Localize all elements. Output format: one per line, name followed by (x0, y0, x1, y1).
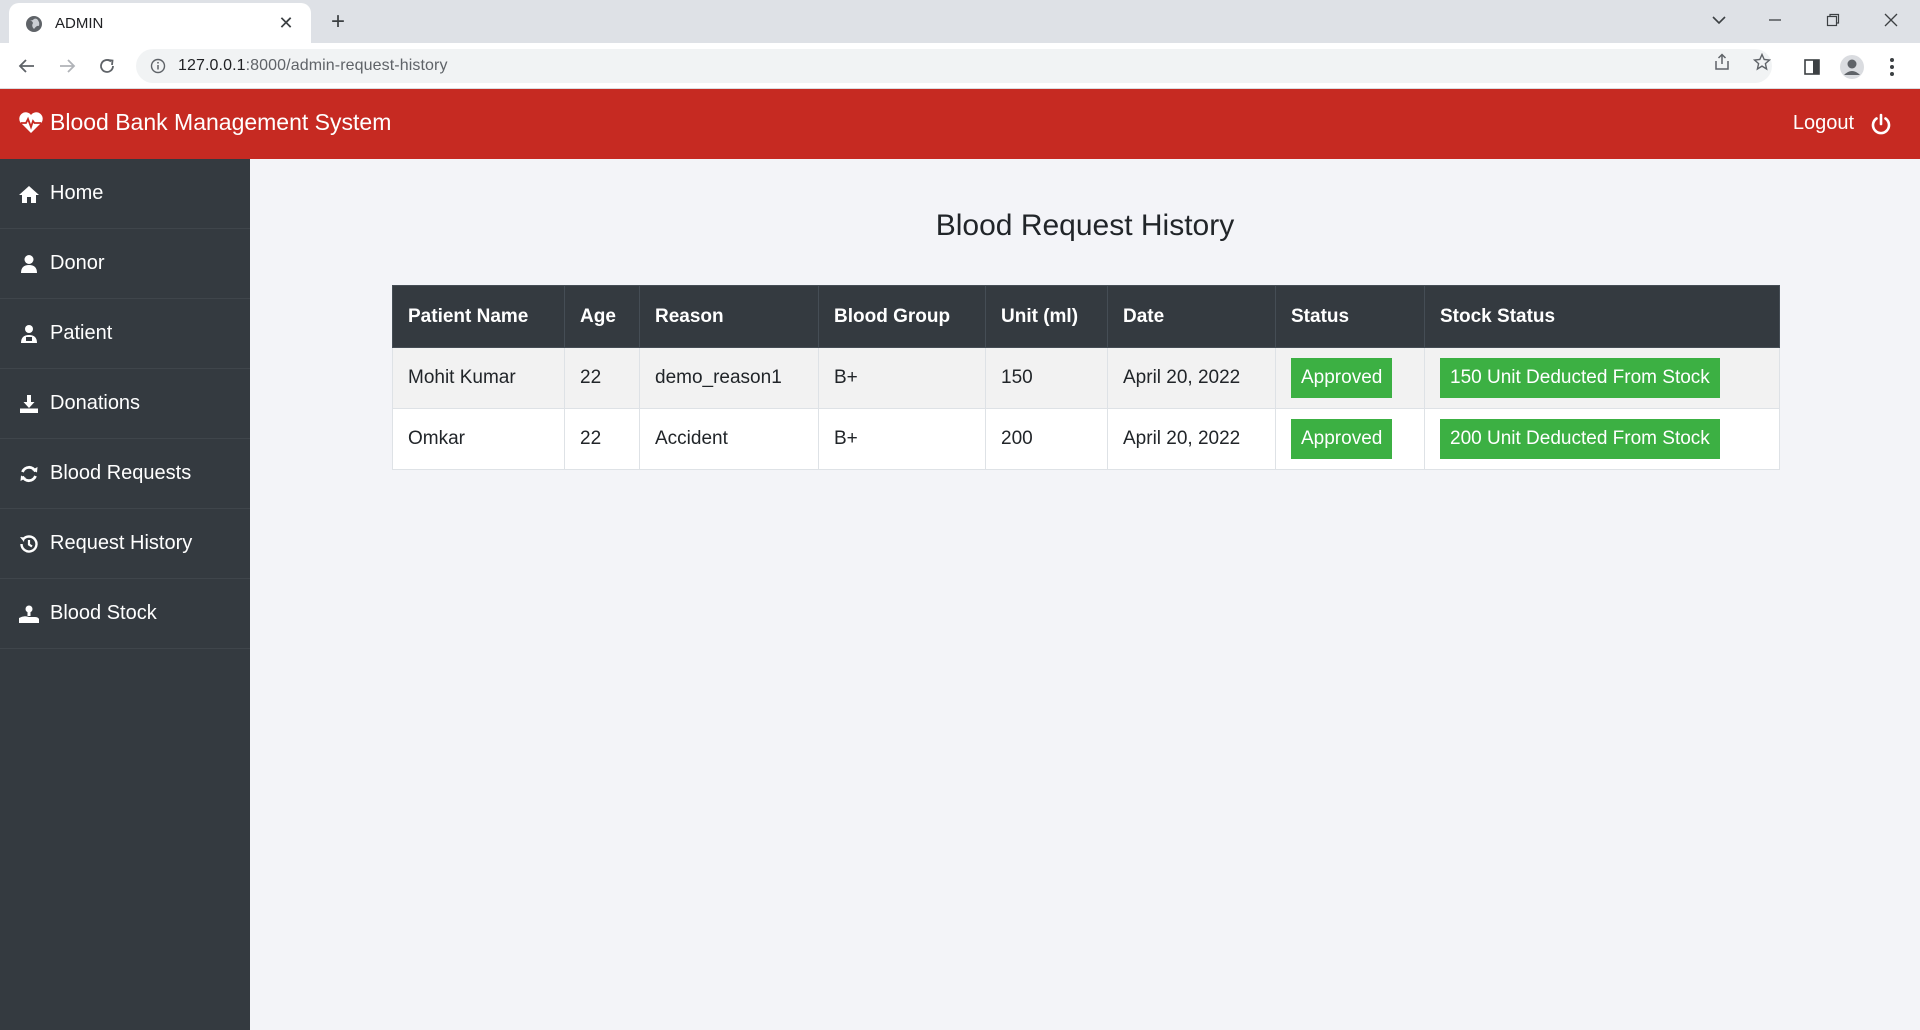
new-tab-icon[interactable]: + (324, 8, 352, 36)
sidebar-item-donations[interactable]: Donations (0, 369, 250, 439)
table-row: Omkar 22 Accident B+ 200 April 20, 2022 … (392, 408, 1780, 470)
column-header: Age (564, 285, 640, 348)
app-header: Blood Bank Management System Logout (0, 89, 1920, 159)
column-header: Patient Name (392, 285, 565, 348)
status-badge: Approved (1291, 419, 1393, 459)
reload-icon[interactable] (92, 51, 122, 81)
profile-avatar-icon[interactable] (1838, 53, 1866, 81)
minimize-icon[interactable] (1752, 4, 1798, 36)
globe-icon (26, 16, 42, 32)
request-history-table: Patient Name Age Reason Blood Group Unit… (392, 285, 1780, 470)
browser-menu-icon[interactable] (1878, 53, 1906, 81)
cell-date: April 20, 2022 (1107, 347, 1276, 409)
user-icon (18, 253, 40, 275)
stock-status-badge: 200 Unit Deducted From Stock (1440, 419, 1720, 459)
sidebar-item-blood-requests[interactable]: Blood Requests (0, 439, 250, 509)
tab-title: ADMIN (55, 15, 104, 32)
heartbeat-icon (19, 111, 43, 133)
cell-status: Approved (1275, 347, 1425, 409)
column-header: Stock Status (1424, 285, 1780, 348)
column-header: Status (1275, 285, 1425, 348)
sidebar-item-patient[interactable]: Patient (0, 299, 250, 369)
stock-status-badge: 150 Unit Deducted From Stock (1440, 358, 1720, 398)
cell-status: Approved (1275, 408, 1425, 470)
sidebar-item-donor[interactable]: Donor (0, 229, 250, 299)
url-text: 127.0.0.1:8000/admin-request-history (178, 57, 448, 74)
sidebar-item-label: Patient (50, 322, 113, 344)
browser-tab-strip: ADMIN ✕ + (0, 0, 1920, 43)
cell-reason: demo_reason1 (639, 347, 819, 409)
table-row: Mohit Kumar 22 demo_reason1 B+ 150 April… (392, 347, 1780, 409)
cell-age: 22 (564, 347, 640, 409)
cell-unit: 200 (985, 408, 1108, 470)
cell-patient-name: Mohit Kumar (392, 347, 565, 409)
cell-reason: Accident (639, 408, 819, 470)
cell-stock-status: 200 Unit Deducted From Stock (1424, 408, 1780, 470)
brand-title: Blood Bank Management System (50, 109, 392, 135)
logout-button[interactable]: Logout (1793, 112, 1892, 135)
column-header: Unit (ml) (985, 285, 1108, 348)
hand-stock-icon (18, 603, 40, 625)
sidebar-item-label: Blood Requests (50, 462, 192, 484)
sidebar-item-request-history[interactable]: Request History (0, 509, 250, 579)
table-header-row: Patient Name Age Reason Blood Group Unit… (392, 285, 1780, 348)
sidebar-item-label: Blood Stock (50, 602, 157, 624)
main-content: Blood Request History Patient Name Age R… (250, 159, 1920, 1030)
cell-blood-group: B+ (818, 408, 986, 470)
close-window-icon[interactable] (1868, 4, 1914, 36)
brand-link[interactable]: Blood Bank Management System (18, 109, 391, 136)
sidebar-item-label: Request History (50, 532, 193, 554)
sidebar-item-blood-stock[interactable]: Blood Stock (0, 579, 250, 649)
home-icon (18, 183, 40, 205)
power-icon (1871, 113, 1891, 134)
column-header: Reason (639, 285, 819, 348)
share-icon[interactable] (1710, 50, 1734, 74)
site-info-icon[interactable] (150, 58, 166, 74)
browser-tab[interactable]: ADMIN ✕ (9, 3, 311, 43)
address-bar[interactable]: 127.0.0.1:8000/admin-request-history (136, 49, 1772, 83)
cell-age: 22 (564, 408, 640, 470)
cell-blood-group: B+ (818, 347, 986, 409)
page-title: Blood Request History (935, 209, 1235, 242)
sidebar-item-label: Donor (50, 252, 105, 274)
browser-toolbar: 127.0.0.1:8000/admin-request-history (0, 43, 1920, 89)
status-badge: Approved (1291, 358, 1393, 398)
cell-unit: 150 (985, 347, 1108, 409)
refresh-icon (18, 463, 40, 485)
patient-icon (18, 323, 40, 345)
side-panel-icon[interactable] (1798, 53, 1826, 81)
sidebar-item-label: Home (50, 182, 104, 204)
sidebar-item-label: Donations (50, 392, 141, 414)
download-icon (18, 393, 40, 415)
forward-icon[interactable] (52, 51, 82, 81)
tab-search-icon[interactable] (1696, 4, 1742, 36)
history-icon (18, 533, 40, 555)
column-header: Blood Group (818, 285, 986, 348)
close-tab-icon[interactable]: ✕ (275, 12, 297, 34)
cell-patient-name: Omkar (392, 408, 565, 470)
logout-label: Logout (1792, 112, 1854, 134)
back-icon[interactable] (12, 51, 42, 81)
cell-stock-status: 150 Unit Deducted From Stock (1424, 347, 1780, 409)
sidebar: Home Donor Patient Donations Blood Reque… (0, 159, 250, 1030)
restore-icon[interactable] (1810, 4, 1856, 36)
cell-date: April 20, 2022 (1107, 408, 1276, 470)
sidebar-item-home[interactable]: Home (0, 159, 250, 229)
bookmark-star-icon[interactable] (1750, 50, 1774, 74)
column-header: Date (1107, 285, 1276, 348)
